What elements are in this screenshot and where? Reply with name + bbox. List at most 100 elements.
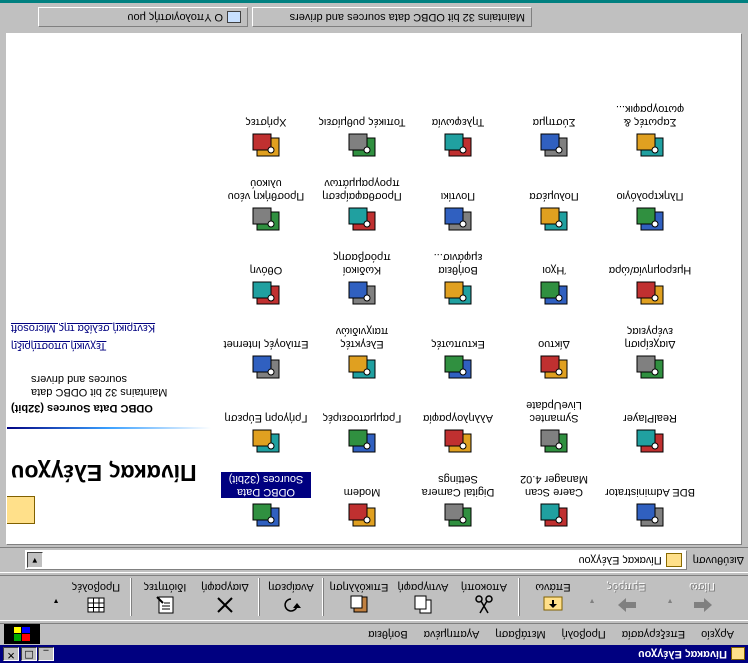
item-label: BDE Administrator bbox=[605, 486, 695, 498]
maximize-button[interactable]: □ bbox=[21, 647, 37, 661]
status-description: Maintains 32 bit ODBC data sources and d… bbox=[252, 7, 532, 27]
menu-go[interactable]: Μετάβαση bbox=[487, 629, 553, 641]
properties-button[interactable]: Ιδιότητες bbox=[136, 576, 194, 618]
menu-view[interactable]: Προβολή bbox=[554, 629, 614, 641]
close-button[interactable]: ✕ bbox=[3, 647, 19, 661]
sounds-icon bbox=[540, 281, 568, 305]
views-button[interactable]: Προβολές bbox=[66, 576, 126, 618]
control-panel-item[interactable]: Digital Camera Settings bbox=[413, 462, 503, 536]
address-dropdown-button[interactable]: ▼ bbox=[26, 552, 43, 568]
regional-icon bbox=[348, 133, 376, 157]
back-arrow-icon bbox=[694, 598, 712, 612]
back-dropdown[interactable]: ▼ bbox=[664, 576, 676, 618]
technical-support-link[interactable]: Τεχνική υποστήριξη bbox=[11, 340, 201, 352]
control-panel-item[interactable]: Γραμματοσειρές bbox=[317, 388, 407, 462]
item-label: Προσθήκη νέου υλικού bbox=[227, 177, 305, 202]
item-label: Κωδικοί πρόσβασης bbox=[333, 251, 391, 276]
title-bar[interactable]: Πίνακας Ελέγχου _ □ ✕ bbox=[0, 645, 748, 663]
control-panel-item[interactable]: Πολυμέσα bbox=[509, 166, 599, 240]
my-computer-icon bbox=[227, 11, 241, 23]
control-panel-item[interactable]: Σύστημα bbox=[509, 92, 599, 166]
address-field[interactable]: Πίνακας Ελέγχου ▼ bbox=[24, 550, 687, 570]
control-panel-item[interactable]: ODBC Data Sources (32bit) bbox=[221, 462, 311, 536]
control-panel-item[interactable]: Κωδικοί πρόσβασης bbox=[317, 240, 407, 314]
item-label: Σύστημα bbox=[532, 116, 576, 128]
control-panel-item[interactable]: Ελεγκτές παιχνιδιών bbox=[317, 314, 407, 388]
control-panel-item[interactable]: Τοπικές ρυθμίσεις bbox=[317, 92, 407, 166]
control-panel-item[interactable]: RealPlayer bbox=[605, 388, 695, 462]
menu-favorites[interactable]: Αγαπημένα bbox=[416, 629, 488, 641]
control-panel-item[interactable]: Βοήθεια εμφάνισ... bbox=[413, 240, 503, 314]
item-label: Προσθαφαίρεση προγραμμάτων bbox=[322, 177, 402, 202]
control-panel-item[interactable]: Ήχοι bbox=[509, 240, 599, 314]
control-panel-item[interactable]: Προσθήκη νέου υλικού bbox=[221, 166, 311, 240]
control-panel-item[interactable]: Ημερομηνία/ώρα bbox=[605, 240, 695, 314]
control-panel-item[interactable]: BDE Administrator bbox=[605, 462, 695, 536]
control-panel-item[interactable]: Symantec LiveUpdate bbox=[509, 388, 599, 462]
item-label: Digital Camera Settings bbox=[421, 473, 495, 498]
forward-button[interactable]: Εμπρός bbox=[602, 576, 652, 618]
internet-options-icon bbox=[252, 355, 280, 379]
item-label: Εκτυπωτές bbox=[431, 338, 485, 350]
up-button[interactable]: Επάνω bbox=[528, 576, 578, 618]
item-label: Τοπικές ρυθμίσεις bbox=[318, 116, 406, 128]
menu-help[interactable]: Βοήθεια bbox=[360, 629, 415, 641]
selected-item-name: ODBC Data Sources (32bit) bbox=[11, 402, 153, 414]
control-panel-item[interactable]: Χρήστες bbox=[221, 92, 311, 166]
status-zone: Ο Υπολογιστής μου bbox=[38, 7, 248, 27]
realplayer-icon bbox=[636, 429, 664, 453]
control-panel-item[interactable]: Σαρωτές & φωτογραφικ... bbox=[605, 92, 695, 166]
system-icon bbox=[540, 133, 568, 157]
liveupdate-icon bbox=[540, 429, 568, 453]
toolbar: Πίσω ▼ Εμπρός ▼ Επάνω Αποκοπή Αντιγραφή … bbox=[0, 575, 748, 621]
item-label: Χρήστες bbox=[245, 116, 287, 128]
cut-button[interactable]: Αποκοπή bbox=[456, 576, 512, 618]
minimize-button[interactable]: _ bbox=[38, 647, 54, 661]
item-label: Ποντίκι bbox=[440, 190, 476, 202]
accessibility-icon bbox=[444, 281, 472, 305]
control-panel-item[interactable]: Γρήγορη Εύρεση bbox=[221, 388, 311, 462]
control-panel-item[interactable]: Ποντίκι bbox=[413, 166, 503, 240]
multimedia-icon bbox=[540, 207, 568, 231]
control-panel-item[interactable]: Δίκτυο bbox=[509, 314, 599, 388]
undo-button[interactable]: Αναίρεση bbox=[264, 576, 318, 618]
item-label: Ημερομηνία/ώρα bbox=[608, 264, 692, 276]
mouse-icon bbox=[444, 207, 472, 231]
control-panel-item[interactable]: Επιλογές Internet bbox=[221, 314, 311, 388]
control-panel-item[interactable]: Οθόνη bbox=[221, 240, 311, 314]
item-label: Πολυμέσα bbox=[529, 190, 579, 202]
paste-button[interactable]: Επικόλληση bbox=[328, 576, 390, 618]
add-remove-icon bbox=[348, 207, 376, 231]
game-controllers-icon bbox=[348, 355, 376, 379]
control-panel-item[interactable]: Modem bbox=[317, 462, 407, 536]
control-panel-item[interactable]: Προσθαφαίρεση προγραμμάτων bbox=[317, 166, 407, 240]
forward-dropdown[interactable]: ▼ bbox=[586, 576, 598, 618]
item-label: Βοήθεια εμφάνισ... bbox=[433, 251, 483, 276]
control-panel-item[interactable]: Πληκτρολόγιο bbox=[605, 166, 695, 240]
control-panel-item[interactable]: Διαχείριση ενέργειας bbox=[605, 314, 695, 388]
views-grid-icon bbox=[87, 597, 105, 613]
status-bar: Maintains 32 bit ODBC data sources and d… bbox=[0, 3, 748, 31]
menu-edit[interactable]: Επεξεργασία bbox=[614, 629, 693, 641]
copy-icon bbox=[414, 595, 432, 614]
control-panel-item[interactable]: Caere Scan Manager 4.02 bbox=[509, 462, 599, 536]
item-label: Δίκτυο bbox=[538, 338, 570, 350]
control-panel-small-icon bbox=[665, 553, 682, 567]
copy-button[interactable]: Αντιγραφή bbox=[392, 576, 454, 618]
camera-icon bbox=[444, 503, 472, 527]
item-label: Αλληλογραφία bbox=[423, 412, 493, 424]
views-dropdown[interactable]: ▼ bbox=[50, 576, 62, 618]
control-panel-item[interactable]: Τηλεφωνία bbox=[413, 92, 503, 166]
windows-logo bbox=[4, 624, 40, 644]
control-panel-item[interactable]: Εκτυπωτές bbox=[413, 314, 503, 388]
microsoft-home-link[interactable]: Κεντρική σελίδα της Microsoft bbox=[11, 322, 201, 334]
delete-x-icon bbox=[217, 597, 233, 613]
back-button[interactable]: Πίσω bbox=[680, 576, 726, 618]
item-label: Επιλογές Internet bbox=[223, 338, 309, 350]
delete-button[interactable]: Διαγραφή bbox=[196, 576, 254, 618]
address-value: Πίνακας Ελέγχου bbox=[578, 554, 662, 566]
item-label: Πληκτρολόγιο bbox=[616, 190, 684, 202]
control-panel-icon[interactable] bbox=[731, 647, 745, 661]
menu-file[interactable]: Αρχείο bbox=[693, 629, 742, 641]
control-panel-item[interactable]: Αλληλογραφία bbox=[413, 388, 503, 462]
